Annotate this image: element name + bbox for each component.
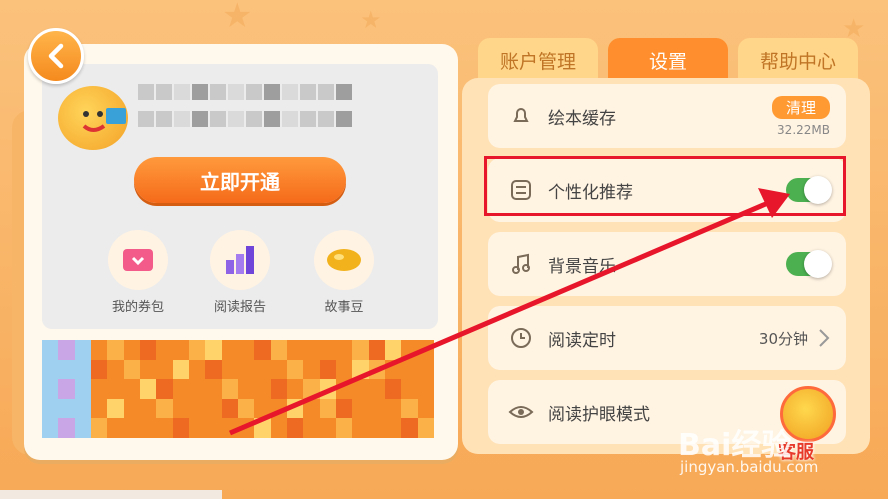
watermark-url: jingyan.baidu.com [680, 458, 819, 476]
bottom-strip [0, 490, 222, 499]
